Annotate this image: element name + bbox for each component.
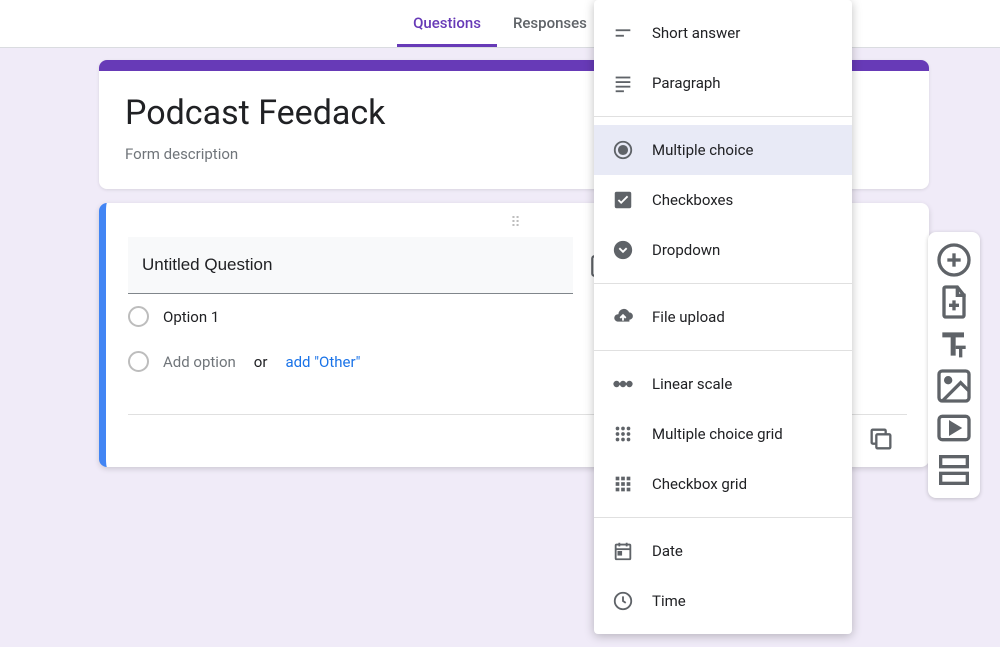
import-questions-button[interactable] xyxy=(934,282,974,322)
menu-item-multiple-choice[interactable]: Multiple choice xyxy=(594,125,852,175)
tab-responses[interactable]: Responses xyxy=(497,2,603,47)
radio-button-icon xyxy=(612,139,634,161)
menu-item-linear-scale[interactable]: Linear scale xyxy=(594,359,852,409)
add-other-link[interactable]: add "Other" xyxy=(285,353,360,371)
menu-item-dropdown[interactable]: Dropdown xyxy=(594,225,852,275)
menu-label: Paragraph xyxy=(652,74,721,92)
menu-label: Dropdown xyxy=(652,241,720,259)
dropdown-icon xyxy=(612,239,634,261)
question-title-input[interactable] xyxy=(128,237,573,294)
add-section-button[interactable] xyxy=(934,450,974,490)
menu-divider xyxy=(594,517,852,518)
menu-item-checkboxes[interactable]: Checkboxes xyxy=(594,175,852,225)
menu-label: Multiple choice grid xyxy=(652,425,783,443)
menu-item-paragraph[interactable]: Paragraph xyxy=(594,58,852,108)
add-video-button[interactable] xyxy=(934,408,974,448)
short-answer-icon xyxy=(612,22,634,44)
checkbox-icon xyxy=(612,189,634,211)
menu-item-time[interactable]: Time xyxy=(594,576,852,626)
menu-divider xyxy=(594,350,852,351)
add-image-button[interactable] xyxy=(934,366,974,406)
calendar-icon xyxy=(612,540,634,562)
question-type-menu: Short answer Paragraph Multiple choice C… xyxy=(594,0,852,634)
menu-label: File upload xyxy=(652,308,725,326)
menu-label: Date xyxy=(652,542,683,560)
menu-item-checkbox-grid[interactable]: Checkbox grid xyxy=(594,459,852,509)
menu-divider xyxy=(594,116,852,117)
cloud-upload-icon xyxy=(612,306,634,328)
floating-toolbar xyxy=(928,232,980,498)
paragraph-icon xyxy=(612,72,634,94)
add-title-button[interactable] xyxy=(934,324,974,364)
menu-label: Multiple choice xyxy=(652,141,753,159)
linear-scale-icon xyxy=(612,373,634,395)
menu-label: Short answer xyxy=(652,24,740,42)
menu-label: Linear scale xyxy=(652,375,732,393)
menu-item-mc-grid[interactable]: Multiple choice grid xyxy=(594,409,852,459)
duplicate-icon[interactable] xyxy=(867,425,895,453)
grid-dots-icon xyxy=(612,423,634,445)
or-text: or xyxy=(254,353,268,371)
menu-item-date[interactable]: Date xyxy=(594,526,852,576)
add-option-text[interactable]: Add option xyxy=(163,353,236,371)
radio-icon xyxy=(128,351,149,372)
menu-label: Time xyxy=(652,592,686,610)
menu-item-short-answer[interactable]: Short answer xyxy=(594,8,852,58)
menu-divider xyxy=(594,283,852,284)
menu-item-file-upload[interactable]: File upload xyxy=(594,292,852,342)
clock-icon xyxy=(612,590,634,612)
radio-icon xyxy=(128,306,149,327)
add-question-button[interactable] xyxy=(934,240,974,280)
option-1-text[interactable]: Option 1 xyxy=(163,308,219,326)
grid-squares-icon xyxy=(612,473,634,495)
menu-label: Checkboxes xyxy=(652,191,733,209)
menu-label: Checkbox grid xyxy=(652,475,747,493)
tab-questions[interactable]: Questions xyxy=(397,2,497,47)
